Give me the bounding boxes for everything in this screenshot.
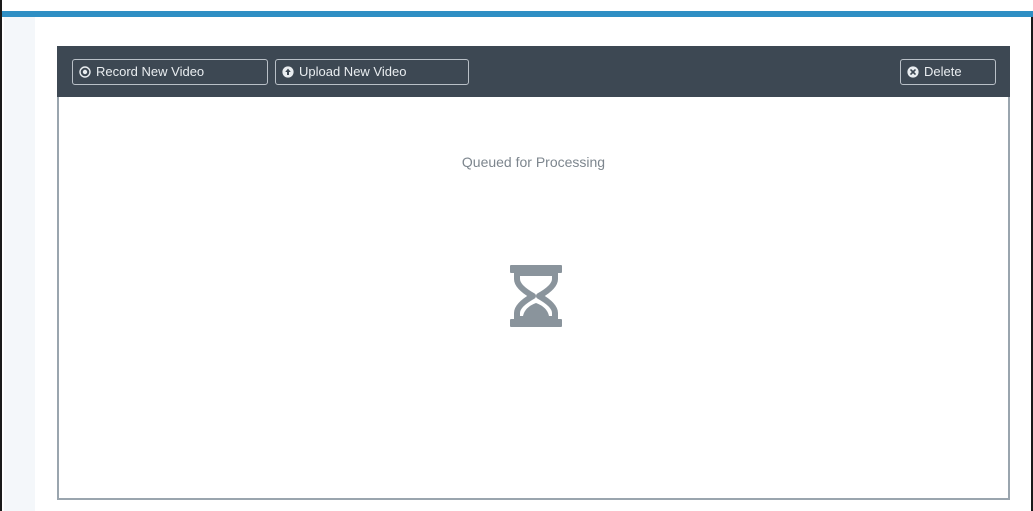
processing-status-text: Queued for Processing [461, 154, 606, 170]
video-preview-area: Queued for Processing [57, 97, 1010, 500]
upload-circle-icon [282, 66, 294, 78]
hourglass-icon [508, 265, 564, 327]
top-accent-bar [2, 11, 1033, 17]
top-strip [2, 0, 1033, 11]
side-gutter [4, 17, 35, 511]
record-circle-icon [79, 66, 91, 78]
record-new-video-button[interactable]: Record New Video [72, 59, 268, 85]
delete-circle-icon [907, 66, 919, 78]
app-frame: Record New Video Upload New Video Delete… [0, 0, 1033, 511]
video-toolbar: Record New Video Upload New Video Delete [57, 46, 1010, 97]
record-new-video-label: Record New Video [96, 64, 205, 79]
delete-label: Delete [924, 64, 962, 79]
upload-new-video-button[interactable]: Upload New Video [275, 59, 469, 85]
delete-button[interactable]: Delete [900, 59, 996, 85]
video-panel: Record New Video Upload New Video Delete… [57, 46, 1010, 500]
upload-new-video-label: Upload New Video [299, 64, 407, 79]
